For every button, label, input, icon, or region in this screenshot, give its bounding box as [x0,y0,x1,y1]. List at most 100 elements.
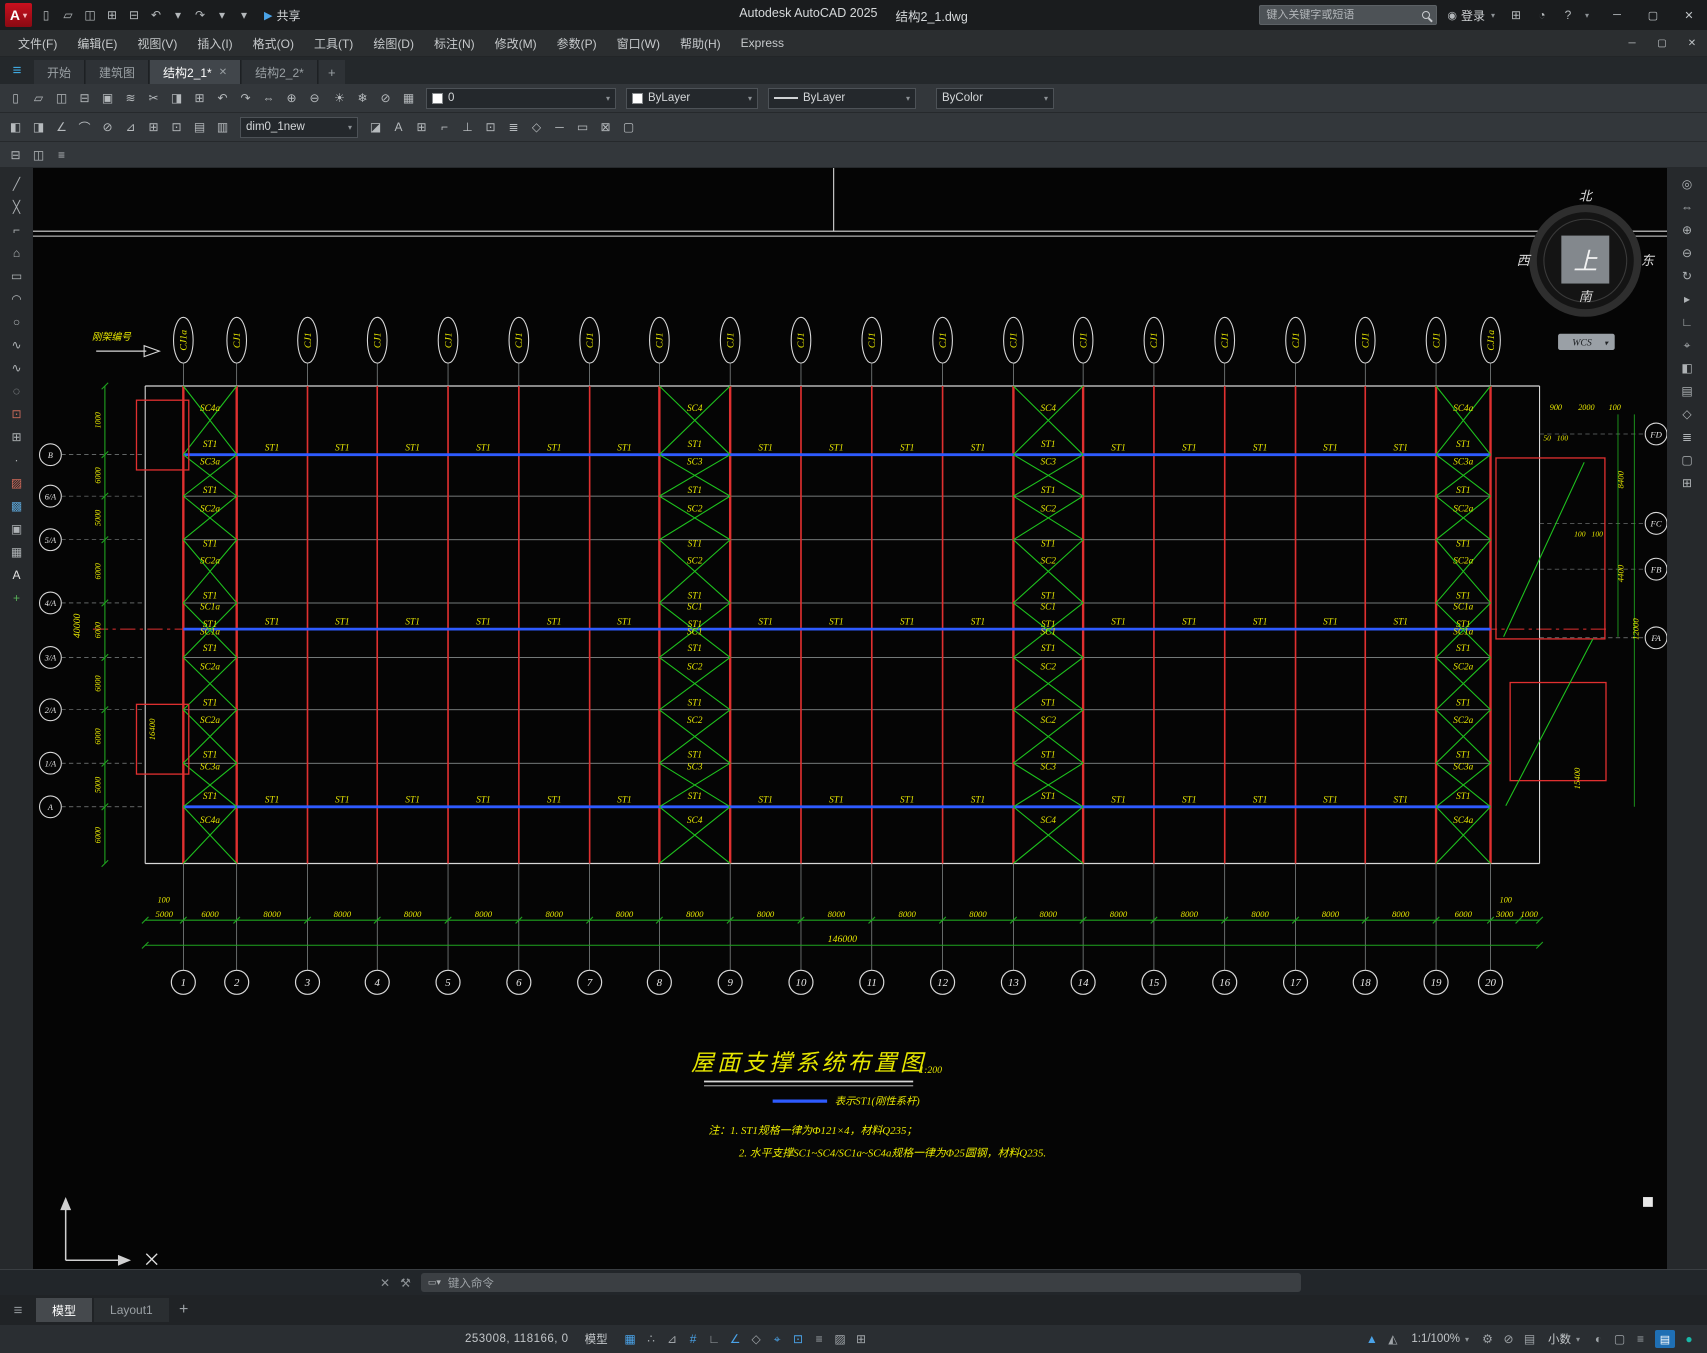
redo-dropdown-icon[interactable]: ▾ [211,4,233,26]
dim-edit-icon[interactable]: ▤ [188,116,211,139]
orbit-icon[interactable]: ↻ [1675,266,1699,286]
tool-palettes-icon[interactable]: ▢ [617,116,640,139]
new-drawing-icon[interactable]: ▯ [35,4,57,26]
measure-icon[interactable]: ⌖ [1675,335,1699,355]
ucs-icon[interactable]: ∟ [1675,312,1699,332]
line-tool-icon[interactable]: ╱ [5,174,29,194]
open-icon[interactable]: ▱ [57,4,79,26]
hardware-acceleration-icon[interactable]: ▤ [1655,1330,1675,1348]
notifications-icon[interactable]: ◔ [1531,4,1553,26]
doc-minimize-button[interactable]: ─ [1617,30,1647,56]
insert-block-tool-icon[interactable]: ⊡ [5,404,29,424]
object-color-select[interactable]: ByLayer ▾ [626,87,758,109]
menu-item[interactable]: 修改(M) [485,35,547,52]
new-layout-button[interactable]: + [171,1298,197,1322]
command-tools-icon[interactable]: ⚒ [400,1276,411,1290]
text-style-icon[interactable]: A [387,116,410,139]
menu-item[interactable]: 文件(F) [8,35,67,52]
infer-constraints-icon[interactable]: ⊿ [662,1329,683,1349]
menu-item[interactable]: 参数(P) [547,35,607,52]
file-tab[interactable]: 建筑图 [86,60,150,84]
view-manager-icon[interactable]: ▤ [1675,381,1699,401]
transparency-icon[interactable]: ▨ [830,1329,851,1349]
menu-item[interactable]: 窗口(W) [607,35,670,52]
quick-properties-icon[interactable]: ▤ [1519,1329,1540,1349]
layer-on-icon[interactable]: ☀ [328,87,351,110]
new-tab-button[interactable]: + [318,60,345,84]
circle-tool-icon[interactable]: ○ [5,312,29,332]
polar-tracking-icon[interactable]: ∠ [725,1329,746,1349]
zoom-window-icon[interactable]: ⊖ [1675,243,1699,263]
paste-icon[interactable]: ⊞ [188,87,211,110]
menu-item[interactable]: 帮助(H) [670,35,731,52]
properties-icon[interactable]: ▭ [571,116,594,139]
make-block-tool-icon[interactable]: ⊞ [5,427,29,447]
lineweight-icon[interactable]: ≡ [809,1329,830,1349]
snap-mode-icon[interactable]: ∴ [641,1329,662,1349]
minimize-button[interactable]: ─ [1599,0,1635,30]
spline-tool-icon[interactable]: ∿ [5,358,29,378]
dimstyle-select[interactable]: dim0_1new ▾ [240,116,358,138]
grid-icon[interactable]: ▦ [620,1329,641,1349]
search-icon[interactable] [1422,11,1431,19]
new-icon[interactable]: ▯ [4,87,27,110]
layer-lock-icon[interactable]: ⊘ [374,87,397,110]
table-icon[interactable]: ⊞ [410,116,433,139]
section-icon[interactable]: ◧ [1675,358,1699,378]
copy-clip-icon[interactable]: ◨ [165,87,188,110]
blocks-icon[interactable]: ⊠ [594,116,617,139]
layer-translate-icon[interactable]: ≡ [50,143,73,166]
sign-in-button[interactable]: ◉ 登录 ▾ [1441,7,1501,24]
file-tab[interactable]: 开始 [34,60,86,84]
undo-dropdown-icon[interactable]: ▾ [167,4,189,26]
region-tool-icon[interactable]: ▣ [5,519,29,539]
undo-icon[interactable]: ↶ [211,87,234,110]
save-icon[interactable]: ◫ [50,87,73,110]
ortho-icon[interactable]: ⊥ [456,116,479,139]
redo-icon[interactable]: ↷ [234,87,257,110]
maximize-button[interactable]: ▢ [1635,0,1671,30]
match-properties-icon[interactable]: ≋ [119,87,142,110]
cad-drawing[interactable]: SC4a ST1 SC3a ST1 SC2a ST1 SC2a ST1 SC1a ST1 SC1a S… [33,168,1667,1269]
navigation-wheel-icon[interactable]: ◎ [1675,174,1699,194]
mleader-icon[interactable]: ⌐ [433,116,456,139]
properties-panel-icon[interactable]: ▢ [1675,450,1699,470]
menu-item[interactable]: 绘图(D) [363,35,424,52]
menu-item[interactable]: Express [731,36,794,50]
plot-style-select[interactable]: ByColor ▾ [936,87,1054,109]
model-space-label[interactable]: 模型 [585,1331,608,1347]
isometric-drafting-icon[interactable]: ◇ [746,1329,767,1349]
polyline-tool-icon[interactable]: ⌐ [5,220,29,240]
layout-tab[interactable]: Layout1 [94,1298,169,1322]
linetype-select[interactable]: ByLayer ▾ [768,87,916,109]
command-close-icon[interactable]: ✕ [380,1276,390,1290]
dim-aligned-icon[interactable]: ◨ [27,116,50,139]
qat-customize-icon[interactable]: ▾ [233,4,255,26]
sheet-set-icon[interactable]: ⊞ [1675,473,1699,493]
publish-icon[interactable]: ▣ [96,87,119,110]
table-tool-icon[interactable]: ▦ [5,542,29,562]
layer-merge-icon[interactable]: ◫ [27,143,50,166]
pan-icon[interactable]: ⇔ [257,87,280,110]
point-tool-icon[interactable]: ∙ [5,450,29,470]
layer-select[interactable]: 0 ▾ [426,87,616,109]
revision-cloud-tool-icon[interactable]: ∿ [5,335,29,355]
units-button[interactable]: 小数 ▾ [1542,1331,1586,1347]
menu-item[interactable]: 工具(T) [304,35,363,52]
doc-close-button[interactable]: ✕ [1677,30,1707,56]
center-mark-icon[interactable]: ⊡ [165,116,188,139]
share-button[interactable]: ▶ 共享 [264,7,300,24]
plot-icon[interactable]: ⊟ [73,87,96,110]
save-icon[interactable]: ◫ [79,4,101,26]
add-selected-tool-icon[interactable]: + [5,588,29,608]
layers-panel-icon[interactable]: ≣ [1675,427,1699,447]
menu-item[interactable]: 格式(O) [243,35,304,52]
dynamic-input-icon[interactable]: # [683,1329,704,1349]
annotation-monitor-icon[interactable]: ⊘ [1498,1329,1519,1349]
command-history-icon[interactable]: ▭▾ [428,1277,441,1288]
redo-icon[interactable]: ↷ [189,4,211,26]
layout-tab[interactable]: 模型 [36,1298,93,1322]
file-tab-menu-icon[interactable]: ≡ [0,57,34,84]
close-button[interactable]: ✕ [1671,0,1707,30]
customization-icon[interactable]: ≡ [1630,1329,1651,1349]
